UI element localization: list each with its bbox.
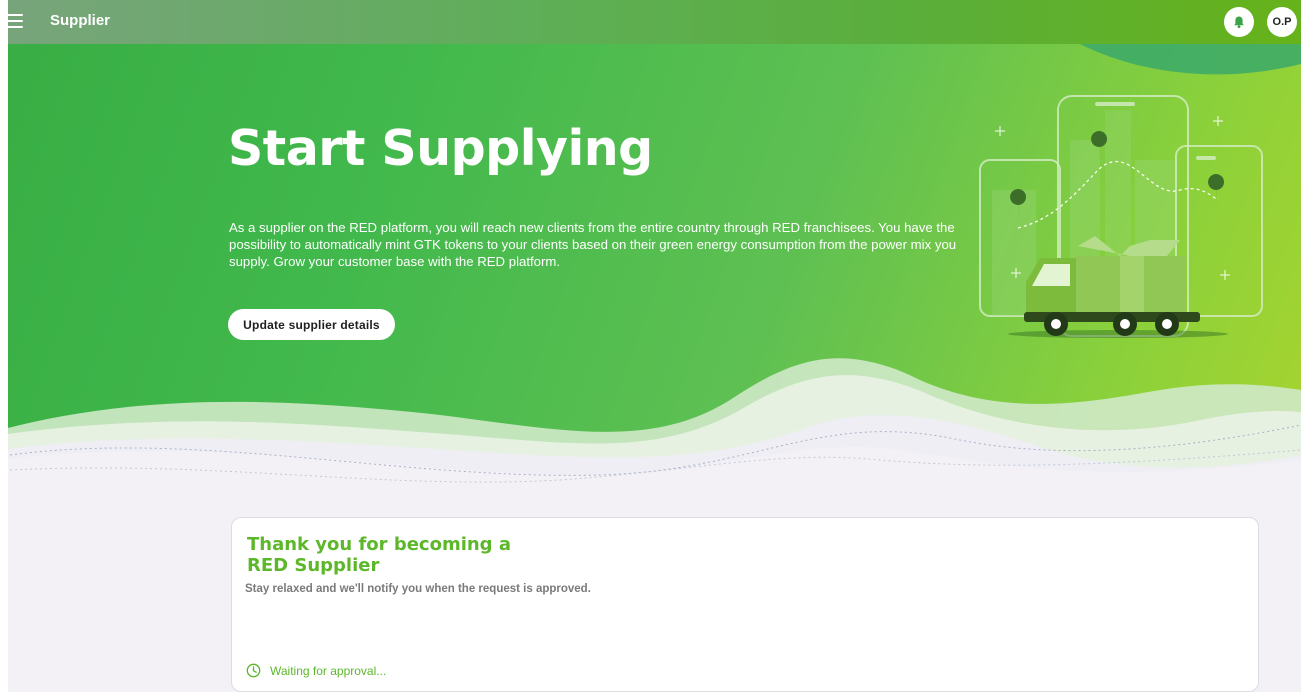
card-title: Thank you for becoming a RED Supplier: [247, 534, 511, 576]
top-app-bar: Supplier O.P: [0, 0, 1301, 44]
hero-title: Start Supplying: [228, 120, 653, 177]
status-text: Waiting for approval...: [270, 663, 387, 678]
hamburger-icon[interactable]: [7, 14, 23, 28]
left-edge-strip: [0, 0, 8, 692]
approval-status-card: Thank you for becoming a RED Supplier St…: [231, 517, 1259, 692]
app-title: Supplier: [50, 12, 111, 29]
delivery-truck-illustration: [979, 95, 1263, 338]
approval-status: Waiting for approval...: [246, 663, 386, 678]
hero-banner: Start Supplying As a supplier on the RED…: [0, 0, 1301, 500]
bell-icon: [1234, 16, 1244, 28]
clock-icon: [246, 663, 261, 678]
hero-waves: [0, 358, 1301, 500]
user-avatar[interactable]: O.P: [1267, 7, 1297, 37]
update-supplier-details-button[interactable]: Update supplier details: [228, 309, 395, 340]
hero-description: As a supplier on the RED platform, you w…: [229, 220, 957, 269]
card-subtitle: Stay relaxed and we'll notify you when t…: [245, 583, 591, 595]
notifications-button[interactable]: [1224, 7, 1254, 37]
